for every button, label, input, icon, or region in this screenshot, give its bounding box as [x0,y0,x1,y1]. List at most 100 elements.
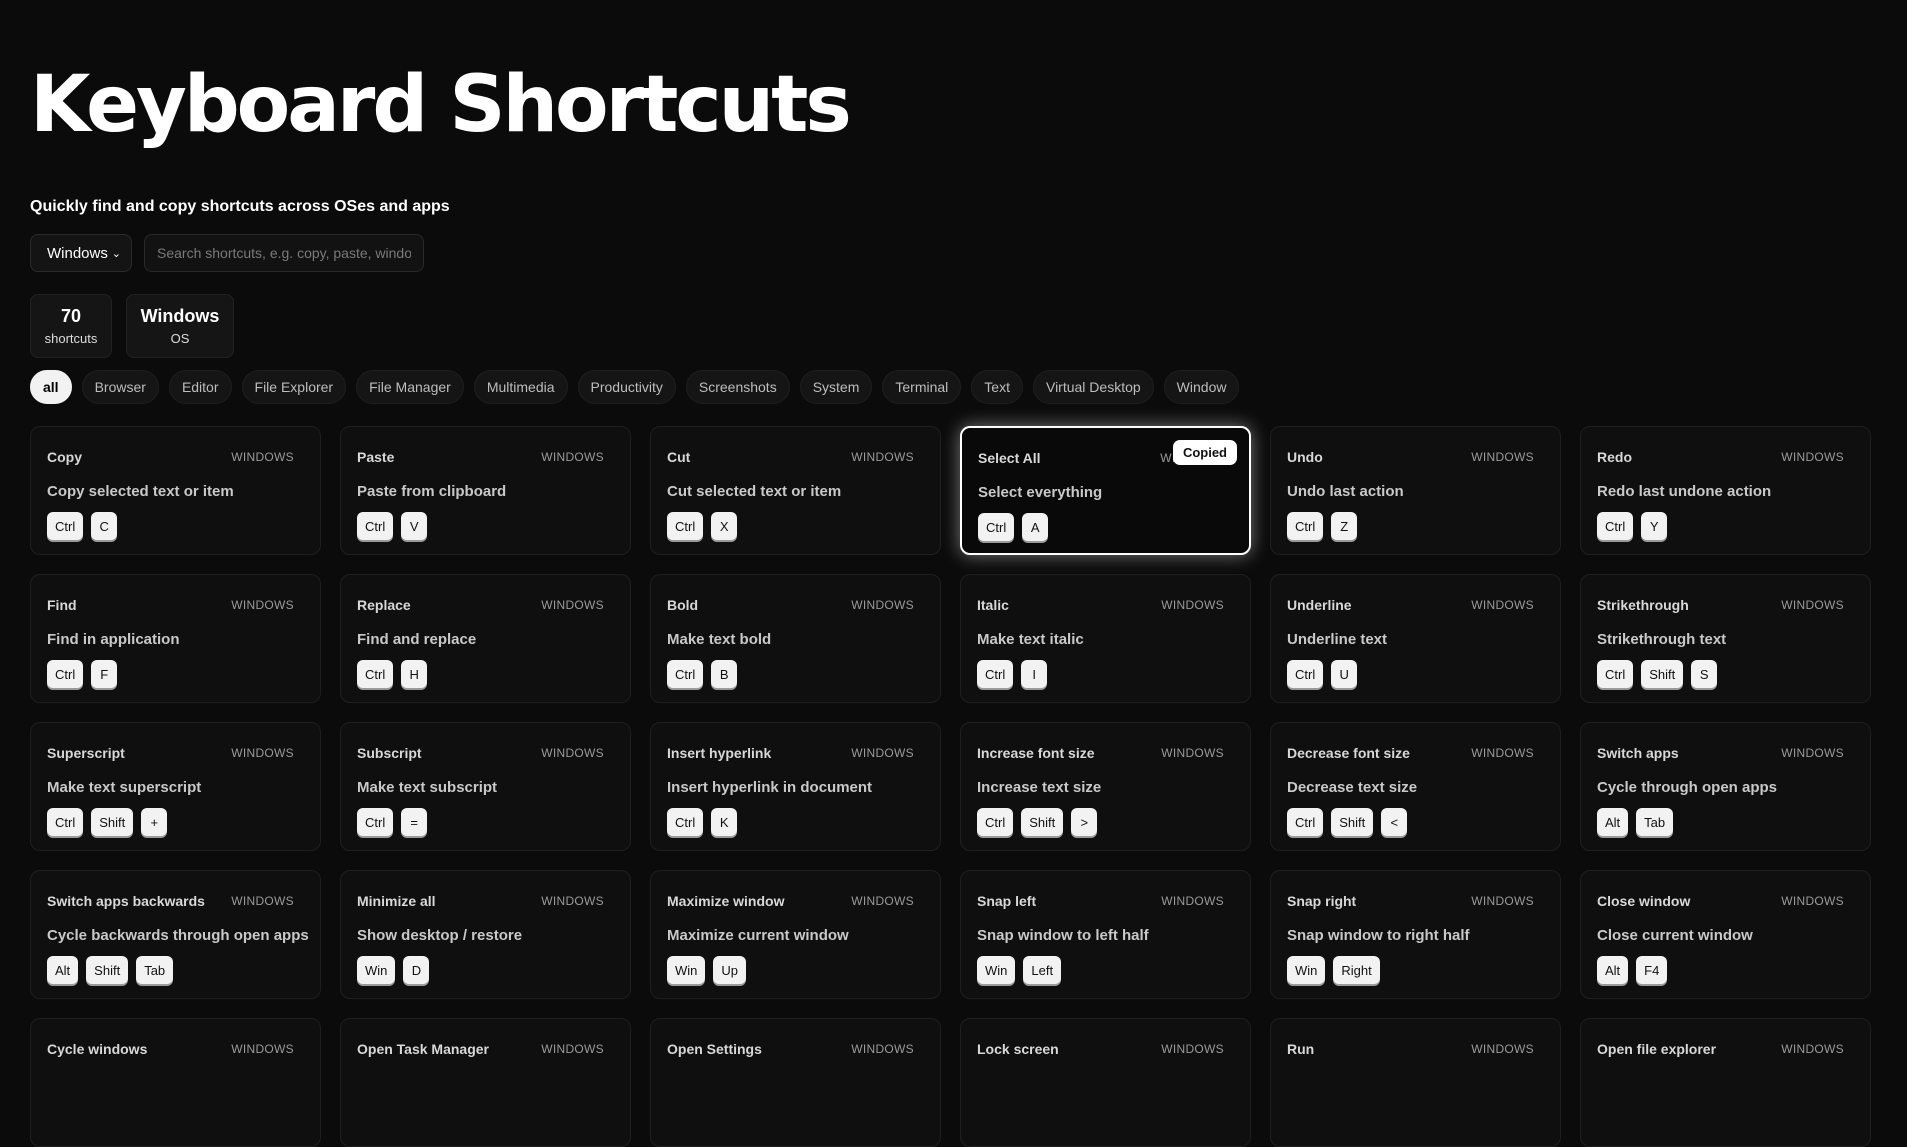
shortcut-card[interactable]: Strikethrough WINDOWS Strikethrough text Ct… [1580,574,1871,703]
os-tag: WINDOWS [851,1042,914,1056]
shortcut-grid: Copy WINDOWS Copy selected text or item Ctr… [30,426,1871,1147]
shortcut-card[interactable]: Insert hyperlink WINDOWS Insert hyperlink … [650,722,941,851]
shortcut-description: Cycle backwards through open apps [47,927,309,944]
shortcut-card[interactable]: Cut WINDOWS Cut selected text or item Ctrl X [650,426,941,555]
key-cap: Ctrl [1287,808,1324,836]
key-combo: Ctrl = [357,808,428,836]
filter-chip-editor[interactable]: Editor [168,370,232,404]
shortcut-name: Underline [1287,597,1352,613]
shortcut-card[interactable]: Paste WINDOWS Paste from clipboard Ctrl V [340,426,631,555]
filter-chip-file-explorer[interactable]: File Explorer [241,370,347,404]
shortcut-description: Cut selected text or item [667,483,842,500]
shortcut-name: Italic [977,597,1009,613]
os-tag: WINDOWS [231,894,294,908]
filter-chip-multimedia[interactable]: Multimedia [473,370,568,404]
key-cap: Ctrl [667,808,704,836]
chevron-down-icon: ⌄ [111,247,121,260]
key-cap: F4 [1636,956,1668,984]
shortcut-card[interactable]: Find WINDOWS Find in application Ctrl F [30,574,321,703]
key-cap: S [1691,660,1718,688]
shortcut-name: Increase font size [977,745,1095,761]
shortcut-card[interactable]: Undo WINDOWS Undo last action Ctrl Z [1270,426,1561,555]
key-combo: Win Left [977,956,1062,984]
key-combo: Win D [357,956,430,984]
key-cap: Alt [1597,808,1629,836]
shortcut-description: Strikethrough text [1597,631,1727,648]
shortcut-card[interactable]: Open Settings WINDOWS [650,1018,941,1147]
key-combo: Ctrl I [977,660,1048,688]
os-tag: WINDOWS [851,598,914,612]
shortcut-name: Open file explorer [1597,1041,1717,1057]
key-cap: A [1022,513,1049,541]
shortcut-description: Redo last undone action [1597,483,1772,500]
shortcut-card[interactable]: Run WINDOWS [1270,1018,1561,1147]
shortcut-card[interactable]: Superscript WINDOWS Make text superscript C… [30,722,321,851]
shortcut-name: Cut [667,449,691,465]
key-combo: Ctrl Shift S [1597,660,1718,688]
key-cap: = [401,808,428,836]
shortcut-description: Decrease text size [1287,779,1418,796]
shortcut-card[interactable]: Close window WINDOWS Close current window A… [1580,870,1871,999]
key-cap: Z [1331,512,1358,540]
filter-chip-browser[interactable]: Browser [81,370,159,404]
search-input[interactable] [144,234,424,272]
key-combo: Ctrl Y [1597,512,1668,540]
shortcut-card[interactable]: Snap right WINDOWS Snap window to right ha… [1270,870,1561,999]
shortcut-name: Open Task Manager [357,1041,490,1057]
key-combo: Win Right [1287,956,1380,984]
os-select[interactable]: Windows ⌄ [30,234,132,272]
shortcut-description: Make text italic [977,631,1084,648]
key-cap: Shift [1021,808,1064,836]
shortcut-name: Switch apps [1597,745,1679,761]
category-filters: all Browser Editor File Explorer File Manage… [30,370,1240,404]
filter-chip-productivity[interactable]: Productivity [577,370,676,404]
shortcut-description: Increase text size [977,779,1102,796]
os-tag: WINDOWS [541,746,604,760]
key-cap: B [711,660,738,688]
shortcut-card[interactable]: Italic WINDOWS Make text italic Ctrl I [960,574,1251,703]
key-combo: Alt Shift Tab [47,956,174,984]
key-cap: D [403,956,430,984]
shortcut-card[interactable]: Decrease font size WINDOWS Decrease text s… [1270,722,1561,851]
shortcut-card[interactable]: Switch apps WINDOWS Cycle through open app… [1580,722,1871,851]
filter-chip-screenshots[interactable]: Screenshots [685,370,790,404]
shortcut-card[interactable]: Bold WINDOWS Make text bold Ctrl B [650,574,941,703]
shortcut-card[interactable]: Snap left WINDOWS Snap window to left half… [960,870,1251,999]
filter-chip-terminal[interactable]: Terminal [882,370,962,404]
shortcut-description: Maximize current window [667,927,849,944]
key-cap: Ctrl [977,808,1014,836]
shortcut-name: Paste [357,449,395,465]
shortcut-card[interactable]: Minimize all WINDOWS Show desktop / restor… [340,870,631,999]
shortcut-card[interactable]: Open Task Manager WINDOWS [340,1018,631,1147]
shortcut-card[interactable]: Cycle windows WINDOWS [30,1018,321,1147]
shortcut-card[interactable]: Switch apps backwards WINDOWS Cycle backwa… [30,870,321,999]
key-cap: Ctrl [978,513,1015,541]
filter-chip-all[interactable]: all [30,370,72,404]
shortcut-card[interactable]: Underline WINDOWS Underline text Ctrl U [1270,574,1561,703]
filter-chip-virtual-desktop[interactable]: Virtual Desktop [1032,370,1154,404]
shortcut-card[interactable]: Lock screen WINDOWS [960,1018,1251,1147]
shortcut-description: Snap window to right half [1287,927,1470,944]
key-cap: Win [667,956,706,984]
shortcut-card[interactable]: Redo WINDOWS Redo last undone action Ctrl Y [1580,426,1871,555]
key-cap: > [1071,808,1098,836]
shortcut-description: Underline text [1287,631,1388,648]
filter-chip-file-manager[interactable]: File Manager [356,370,464,404]
shortcut-name: Snap right [1287,893,1357,909]
shortcut-card[interactable]: Copy WINDOWS Copy selected text or item Ctr… [30,426,321,555]
shortcut-card[interactable]: Select AllWINDOWSSelect everythingCtrlAC… [960,426,1251,555]
shortcut-name: Select All [978,450,1041,466]
key-cap: Ctrl [1287,512,1324,540]
filter-chip-window[interactable]: Window [1163,370,1240,404]
page-subtitle: Quickly find and copy shortcuts across O… [30,198,450,215]
key-cap: Ctrl [47,808,84,836]
filter-chip-text[interactable]: Text [971,370,1023,404]
shortcut-card[interactable]: Increase font size WINDOWS Increase text s… [960,722,1251,851]
shortcut-card[interactable]: Maximize window WINDOWS Maximize current w… [650,870,941,999]
shortcut-card[interactable]: Replace WINDOWS Find and replace Ctrl H [340,574,631,703]
filter-chip-system[interactable]: System [799,370,873,404]
os-tag: WINDOWS [231,450,294,464]
shortcut-card[interactable]: Subscript WINDOWS Make text subscript Ctrl = [340,722,631,851]
key-combo: Ctrl U [1287,660,1358,688]
shortcut-card[interactable]: Open file explorer WINDOWS [1580,1018,1871,1147]
